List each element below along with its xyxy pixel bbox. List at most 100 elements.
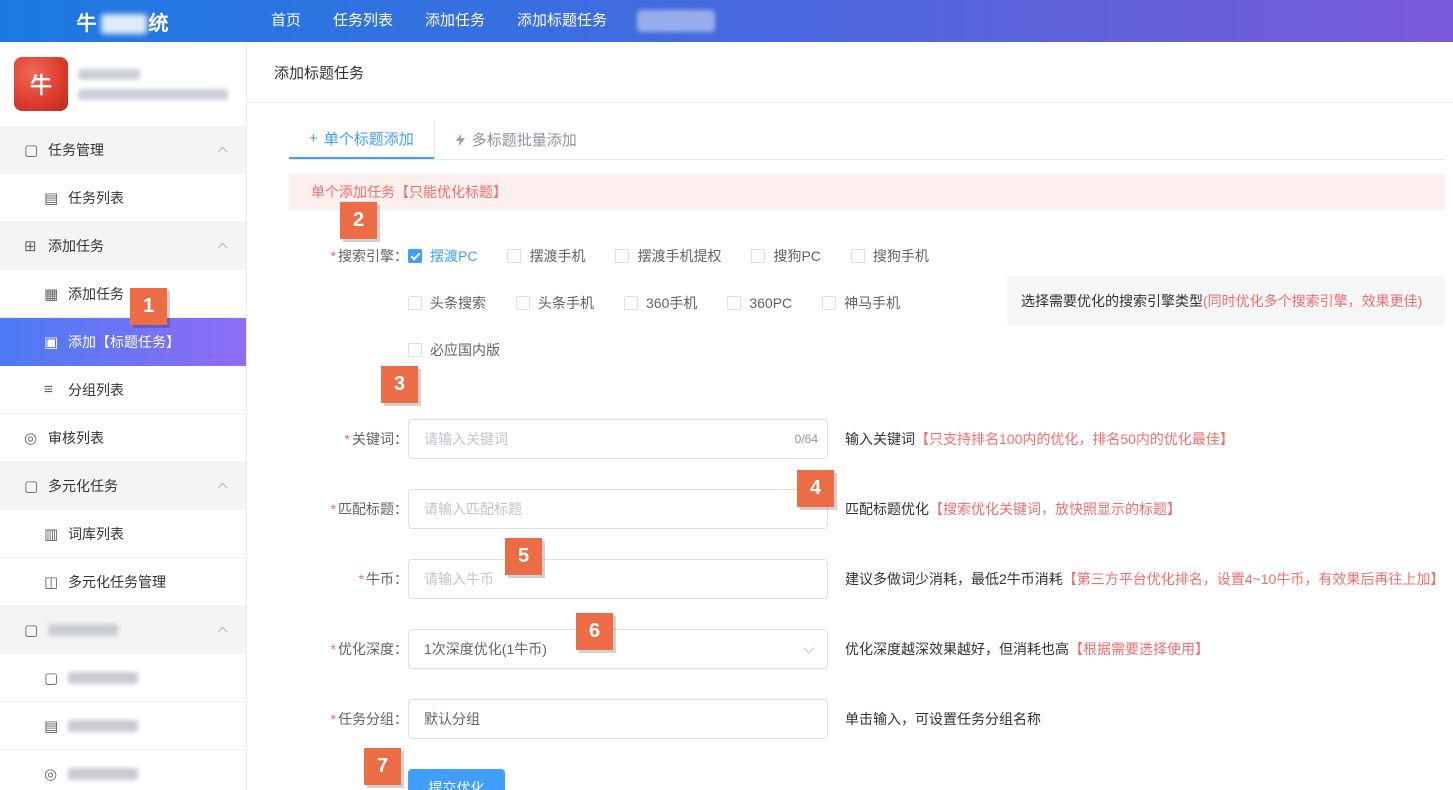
checkbox-baidu-mobile[interactable]: 摆渡手机 — [507, 246, 585, 266]
sidebar-item-diversified-task-management[interactable]: 多元化任务管理 — [0, 558, 246, 606]
sidebar-item-review-list[interactable]: 审核列表 — [0, 414, 246, 462]
sidebar-group-blurred[interactable] — [0, 606, 246, 654]
depth-select[interactable]: 1次深度优化(1牛币) — [408, 629, 828, 669]
sidebar-item-label: 添加任务 — [68, 284, 124, 304]
sidebar-item-label: 审核列表 — [48, 428, 104, 448]
sidebar-group-task-management[interactable]: 任务管理 — [0, 126, 246, 174]
checkbox-360-mobile[interactable]: 360手机 — [624, 293, 697, 313]
grid-icon — [44, 285, 68, 303]
depth-select-value: 1次深度优化(1牛币) — [424, 639, 547, 659]
required-mark: * — [331, 641, 336, 657]
checkbox-toutiao-mobile[interactable]: 头条手机 — [516, 293, 594, 313]
list-icon — [44, 717, 68, 735]
match-title-note: 匹配标题优化【搜索优化关键词，放快照显示的标题】 — [845, 489, 1181, 529]
checkbox-icon — [751, 249, 765, 263]
checkbox-baidu-mobile-boost[interactable]: 摆渡手机提权 — [615, 246, 721, 266]
list-icon — [44, 189, 68, 207]
step-badge-2: 2 — [340, 202, 377, 239]
checkbox-sogou-mobile[interactable]: 搜狗手机 — [851, 246, 929, 266]
sidebar-item-label: 任务列表 — [68, 188, 124, 208]
sidebar-item-label: 多元化任务管理 — [68, 572, 166, 592]
coin-control — [408, 559, 828, 599]
nav-item-add-task[interactable]: 添加任务 — [409, 0, 501, 42]
checkbox-baidu-pc[interactable]: 摆渡PC — [408, 246, 477, 266]
tab-label: 多标题批量添加 — [472, 129, 577, 150]
sidebar-item-blurred-3[interactable] — [0, 750, 246, 790]
checkbox-icon — [507, 249, 521, 263]
depth-control: 1次深度优化(1牛币) — [408, 629, 828, 669]
eye-icon — [44, 765, 68, 783]
topbar: 牛统 首页 任务列表 添加任务 添加标题任务 — [0, 0, 1453, 42]
field-label: *优化深度： — [289, 629, 408, 669]
checkbox-shenma-mobile[interactable]: 神马手机 — [822, 293, 900, 313]
sidebar-item-blurred-1[interactable] — [0, 654, 246, 702]
nav-item-blurred[interactable] — [637, 10, 715, 32]
checkbox-toutiao-search[interactable]: 头条搜索 — [408, 293, 486, 313]
avatar: 牛 — [14, 57, 68, 111]
step-badge-3: 3 — [381, 366, 418, 403]
sidebar-menu: 任务管理 任务列表 添加任务 添加任务 添加【标题任务】 — [0, 126, 246, 790]
lightning-icon — [455, 133, 466, 147]
logo-text-suffix: 统 — [149, 13, 171, 35]
folder-icon — [24, 141, 48, 159]
sidebar-item-label: 多元化任务 — [48, 476, 118, 496]
required-mark: * — [331, 711, 336, 727]
plus-icon — [309, 130, 318, 147]
top-navigation: 首页 任务列表 添加任务 添加标题任务 — [255, 0, 715, 42]
engine-help-note: 选择需要优化的搜索引擎类型(同时优化多个搜索引擎，效果更佳) — [1007, 276, 1445, 326]
checkbox-icon — [615, 249, 629, 263]
user-profile: 牛 — [0, 42, 246, 126]
nav-item-task-list[interactable]: 任务列表 — [317, 0, 409, 42]
sidebar-item-group-list[interactable]: 分组列表 — [0, 366, 246, 414]
checkbox-label: 摆渡手机提权 — [637, 246, 721, 266]
sidebar-group-add-task[interactable]: 添加任务 — [0, 222, 246, 270]
required-mark: * — [359, 571, 364, 587]
blurred-label — [68, 768, 138, 780]
chevron-up-icon — [218, 482, 228, 492]
blurred-label — [68, 672, 138, 684]
sidebar-item-add-title-task[interactable]: 添加【标题任务】 — [0, 318, 246, 366]
tab-bar: 单个标题添加 多标题批量添加 — [289, 120, 1445, 160]
logo-blur-patch — [101, 14, 147, 34]
task-group-input[interactable] — [408, 699, 828, 739]
submit-row: 提交优化 — [289, 769, 1445, 790]
field-label: *关键词： — [289, 419, 408, 459]
sidebar-item-task-list[interactable]: 任务列表 — [0, 174, 246, 222]
chevron-up-icon — [218, 626, 228, 636]
sidebar-item-label: 添加【标题任务】 — [68, 332, 180, 352]
main-content: 添加标题任务 单个标题添加 多标题批量添加 单个添加任务【只能优化标题】 — [247, 42, 1453, 790]
sidebar-item-label: 添加任务 — [48, 236, 104, 256]
checkbox-sogou-pc[interactable]: 搜狗PC — [751, 246, 820, 266]
nav-item-add-title-task[interactable]: 添加标题任务 — [501, 0, 623, 42]
field-label: *任务分组： — [289, 699, 408, 739]
sidebar-item-label: 任务管理 — [48, 140, 104, 160]
field-row-match-title: *匹配标题： 匹配标题优化【搜索优化关键词，放快照显示的标题】 — [289, 489, 1445, 529]
step-badge-1: 1 — [130, 288, 167, 325]
checkbox-label: 360PC — [749, 295, 792, 311]
checkbox-bing-cn[interactable]: 必应国内版 — [408, 340, 500, 360]
keyword-input[interactable] — [408, 419, 828, 459]
field-row-depth: *优化深度： 1次深度优化(1牛币) 优化深度越深效果越好，但消耗也高【根据需要… — [289, 629, 1445, 669]
user-name-line-blurred — [78, 69, 140, 80]
sidebar-item-blurred-2[interactable] — [0, 702, 246, 750]
coin-input[interactable] — [408, 559, 828, 599]
tasks-icon — [44, 573, 68, 591]
match-title-input[interactable] — [408, 489, 828, 529]
checkbox-label: 神马手机 — [844, 293, 900, 313]
sidebar-item-add-task[interactable]: 添加任务 — [0, 270, 246, 318]
field-row-task-group: *任务分组： 单击输入，可设置任务分组名称 — [289, 699, 1445, 739]
tab-single-title-add[interactable]: 单个标题添加 — [289, 120, 434, 159]
content-area: 单个标题添加 多标题批量添加 单个添加任务【只能优化标题】 *搜索引擎： — [247, 103, 1453, 790]
blurred-label — [68, 720, 138, 732]
engine-checkbox-area: 摆渡PC 摆渡手机 摆渡手机提权 — [408, 246, 1445, 387]
nav-item-home[interactable]: 首页 — [255, 0, 317, 42]
required-mark: * — [331, 501, 336, 517]
blurred-label — [48, 624, 118, 636]
tab-batch-title-add[interactable]: 多标题批量添加 — [434, 120, 597, 159]
submit-button[interactable]: 提交优化 — [408, 769, 505, 790]
checkbox-360-pc[interactable]: 360PC — [727, 295, 792, 311]
sidebar-group-diversified-tasks[interactable]: 多元化任务 — [0, 462, 246, 510]
engine-row-3: 必应国内版 — [408, 340, 1445, 360]
user-id-line-blurred — [78, 89, 228, 100]
sidebar-item-word-library[interactable]: 词库列表 — [0, 510, 246, 558]
